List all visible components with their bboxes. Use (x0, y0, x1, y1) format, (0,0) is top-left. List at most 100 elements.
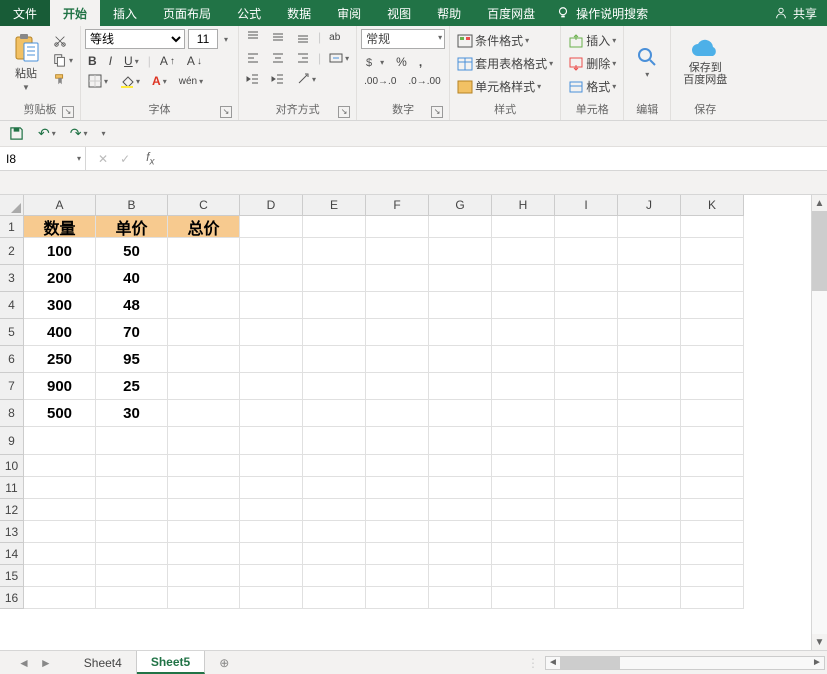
cancel-formula-button[interactable]: ✕ (98, 152, 108, 166)
cell[interactable] (366, 238, 429, 265)
cell[interactable] (555, 346, 618, 373)
cell[interactable] (429, 238, 492, 265)
merge-button[interactable]: ▾ (326, 50, 352, 66)
cell[interactable] (96, 587, 168, 609)
tab-data[interactable]: 数据 (274, 0, 324, 26)
cell[interactable] (303, 543, 366, 565)
cell[interactable] (168, 427, 240, 455)
cell[interactable] (303, 587, 366, 609)
cell[interactable] (618, 216, 681, 238)
cell[interactable] (681, 265, 744, 292)
cell[interactable]: 25 (96, 373, 168, 400)
scroll-up-button[interactable]: ▲ (812, 195, 827, 211)
cell[interactable] (168, 565, 240, 587)
cell[interactable] (168, 400, 240, 427)
cell[interactable] (429, 455, 492, 477)
row-header[interactable]: 7 (0, 373, 24, 400)
cell[interactable] (168, 455, 240, 477)
cell[interactable] (168, 587, 240, 609)
font-color-button[interactable]: A▾ (149, 73, 170, 89)
name-box[interactable]: I8▾ (0, 147, 86, 170)
cell[interactable] (96, 543, 168, 565)
cell[interactable] (555, 265, 618, 292)
row-header[interactable]: 5 (0, 319, 24, 346)
cell[interactable] (24, 427, 96, 455)
cell[interactable] (618, 499, 681, 521)
font-size-dropdown[interactable]: ▾ (221, 34, 231, 45)
cell[interactable] (366, 346, 429, 373)
number-format-select[interactable]: 常规▾ (361, 29, 445, 49)
column-header[interactable]: A (24, 195, 96, 216)
vertical-scrollbar[interactable]: ▲ ▼ (811, 195, 827, 650)
undo-button[interactable]: ↶▾ (35, 124, 59, 143)
row-header[interactable]: 11 (0, 477, 24, 499)
cell[interactable] (555, 565, 618, 587)
scroll-right-button[interactable]: ► (810, 657, 824, 669)
column-header[interactable]: B (96, 195, 168, 216)
cell[interactable] (240, 499, 303, 521)
decrease-decimal-button[interactable]: .0→.00 (405, 75, 443, 88)
cell[interactable] (240, 346, 303, 373)
cell[interactable] (366, 455, 429, 477)
cell[interactable] (618, 477, 681, 499)
cell[interactable] (168, 319, 240, 346)
cell[interactable] (240, 373, 303, 400)
cell[interactable] (681, 292, 744, 319)
cell[interactable] (555, 587, 618, 609)
cell[interactable] (555, 216, 618, 238)
qat-customize[interactable]: ▾ (99, 128, 109, 139)
conditional-format-button[interactable]: 条件格式▾ (454, 31, 556, 50)
row-header[interactable]: 9 (0, 427, 24, 455)
cell[interactable] (618, 373, 681, 400)
cell[interactable] (429, 373, 492, 400)
cell[interactable] (492, 521, 555, 543)
formula-input[interactable] (158, 147, 827, 170)
cell[interactable] (168, 521, 240, 543)
row-header[interactable]: 1 (0, 216, 24, 238)
cell[interactable] (303, 565, 366, 587)
column-header[interactable]: G (429, 195, 492, 216)
tab-insert[interactable]: 插入 (100, 0, 150, 26)
cell[interactable] (240, 427, 303, 455)
cell[interactable] (618, 238, 681, 265)
row-header[interactable]: 8 (0, 400, 24, 427)
cell[interactable] (303, 427, 366, 455)
font-name-select[interactable]: 等线 (85, 29, 185, 49)
cell[interactable] (681, 346, 744, 373)
select-all-button[interactable] (0, 195, 24, 216)
orientation-button[interactable]: ▾ (293, 71, 319, 87)
cell[interactable] (366, 477, 429, 499)
cell[interactable] (168, 265, 240, 292)
cell[interactable]: 900 (24, 373, 96, 400)
increase-indent-button[interactable] (268, 71, 288, 87)
cell[interactable] (492, 265, 555, 292)
cell[interactable] (555, 427, 618, 455)
cell[interactable] (555, 455, 618, 477)
font-size-input[interactable] (188, 29, 218, 49)
column-header[interactable]: F (366, 195, 429, 216)
save-baidu-button[interactable]: 保存到 百度网盘 (675, 29, 735, 95)
cell[interactable] (429, 499, 492, 521)
cell[interactable]: 70 (96, 319, 168, 346)
align-right-button[interactable] (293, 50, 313, 66)
cell[interactable] (681, 373, 744, 400)
redo-button[interactable]: ↷▾ (67, 124, 91, 143)
cell[interactable] (681, 238, 744, 265)
cell[interactable] (240, 477, 303, 499)
italic-button[interactable]: I (106, 53, 115, 69)
cell[interactable] (168, 373, 240, 400)
row-header[interactable]: 13 (0, 521, 24, 543)
column-header[interactable]: H (492, 195, 555, 216)
cell[interactable] (555, 373, 618, 400)
share-button[interactable]: 共享 (764, 0, 827, 26)
tab-formulas[interactable]: 公式 (224, 0, 274, 26)
cell[interactable] (303, 499, 366, 521)
column-header[interactable]: J (618, 195, 681, 216)
cell-styles-button[interactable]: 单元格样式▾ (454, 77, 556, 96)
cell[interactable] (555, 499, 618, 521)
cell[interactable] (96, 565, 168, 587)
percent-button[interactable]: % (393, 54, 410, 70)
cell[interactable] (240, 292, 303, 319)
tab-help[interactable]: 帮助 (424, 0, 474, 26)
cell[interactable] (366, 292, 429, 319)
